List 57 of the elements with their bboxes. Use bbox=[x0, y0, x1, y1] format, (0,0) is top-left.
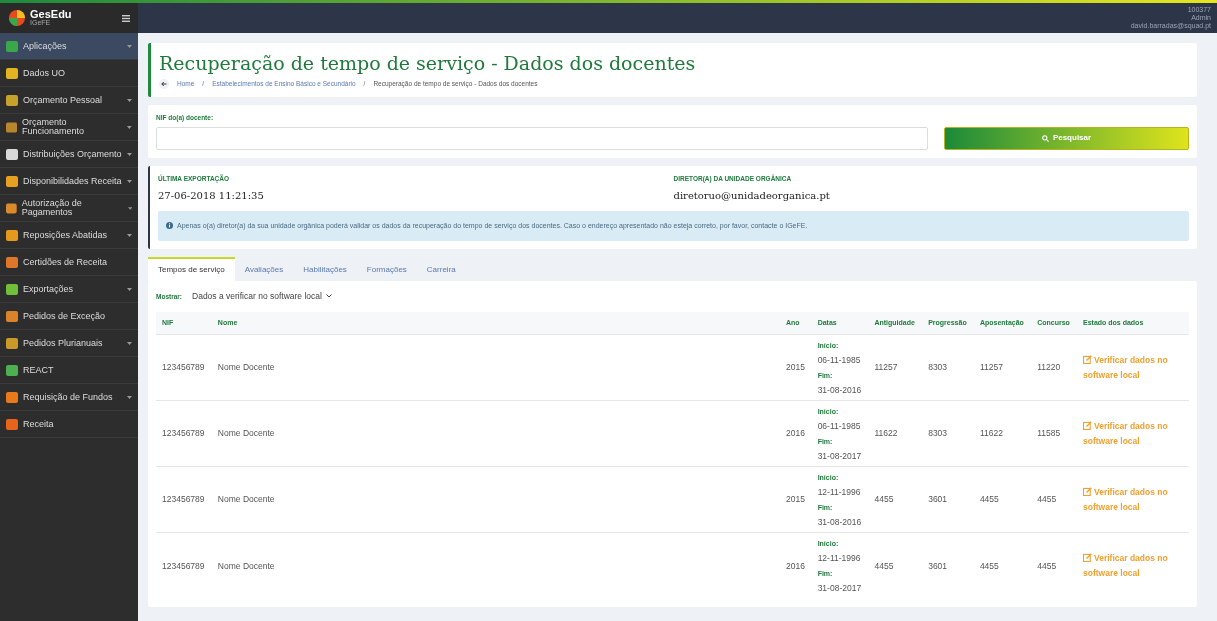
logo-icon bbox=[8, 9, 26, 27]
table-cell: 11220 bbox=[1031, 334, 1077, 401]
info-icon bbox=[166, 222, 173, 230]
table-cell: 2016 bbox=[780, 400, 812, 467]
table-cell: 11585 bbox=[1031, 400, 1077, 467]
edit-icon bbox=[1083, 486, 1092, 496]
table-cell: 4455 bbox=[973, 532, 1032, 599]
date-value: 31-08-2016 bbox=[817, 515, 863, 529]
tab[interactable]: Formações bbox=[356, 257, 417, 281]
table-cell: 3601 bbox=[922, 532, 974, 599]
table-cell: 11622 bbox=[973, 400, 1032, 467]
date-value: 12-11-1996 bbox=[817, 552, 862, 565]
date-value: 06-11-1985 bbox=[817, 419, 862, 433]
table-cell: 4455 bbox=[868, 532, 923, 599]
chevron-icon bbox=[325, 294, 332, 299]
table-cell: 123456789 bbox=[156, 466, 212, 533]
table-cell: 2015 bbox=[780, 466, 812, 533]
table-cell: 4455 bbox=[973, 466, 1032, 533]
table-cell: 123456789 bbox=[156, 400, 212, 467]
brand-name: GesEdu bbox=[30, 9, 72, 19]
table-cell: 4455 bbox=[1031, 466, 1077, 533]
date-value: 06-11-1985 bbox=[817, 353, 862, 367]
table-cell: 11257 bbox=[973, 334, 1032, 401]
edit-icon bbox=[1083, 354, 1092, 364]
table-cell: 4455 bbox=[868, 466, 923, 533]
tab[interactable]: Avaliações bbox=[234, 257, 294, 281]
tab[interactable]: Habilitações bbox=[293, 257, 357, 281]
date-value: 31-08-2017 bbox=[817, 449, 863, 463]
table-cell: 2015 bbox=[780, 334, 812, 401]
table-cell: Nome Docente bbox=[211, 466, 780, 533]
date-value: 31-08-2016 bbox=[817, 383, 863, 397]
director-email: diretoruo@unidadeorganica.pt bbox=[673, 188, 831, 203]
table-cell: Nome Docente bbox=[211, 334, 780, 401]
menu-icon[interactable] bbox=[122, 14, 130, 22]
table-cell: 11622 bbox=[868, 400, 923, 467]
tab[interactable]: Carreira bbox=[416, 257, 466, 281]
export-date: 27-06-2018 11:21:35 bbox=[158, 188, 265, 203]
sidebar-item[interactable]: Aplicações bbox=[0, 33, 138, 60]
table-cell: Nome Docente bbox=[211, 400, 780, 467]
table-cell: Nome Docente bbox=[211, 532, 780, 599]
nif-input[interactable] bbox=[156, 126, 928, 150]
table-cell: 123456789 bbox=[156, 334, 212, 401]
edit-icon bbox=[1083, 420, 1092, 430]
table-cell: 4455 bbox=[1031, 532, 1077, 599]
table-cell: 3601 bbox=[922, 466, 974, 533]
table-cell: 8303 bbox=[922, 334, 974, 401]
table-cell: 11257 bbox=[868, 334, 923, 401]
tab[interactable]: Tempos de serviço bbox=[148, 257, 235, 281]
page-title: Recuperação de tempo de serviço - Dados dos docentes bbox=[159, 51, 697, 75]
date-value: 12-11-1996 bbox=[817, 485, 862, 499]
table-cell: 123456789 bbox=[156, 532, 212, 599]
search-icon bbox=[1041, 134, 1049, 142]
table-cell: 8303 bbox=[922, 400, 974, 467]
back-icon[interactable] bbox=[159, 79, 169, 89]
date-value: 31-08-2017 bbox=[817, 582, 863, 595]
edit-icon bbox=[1083, 553, 1092, 562]
table-cell: 2016 bbox=[780, 532, 812, 599]
